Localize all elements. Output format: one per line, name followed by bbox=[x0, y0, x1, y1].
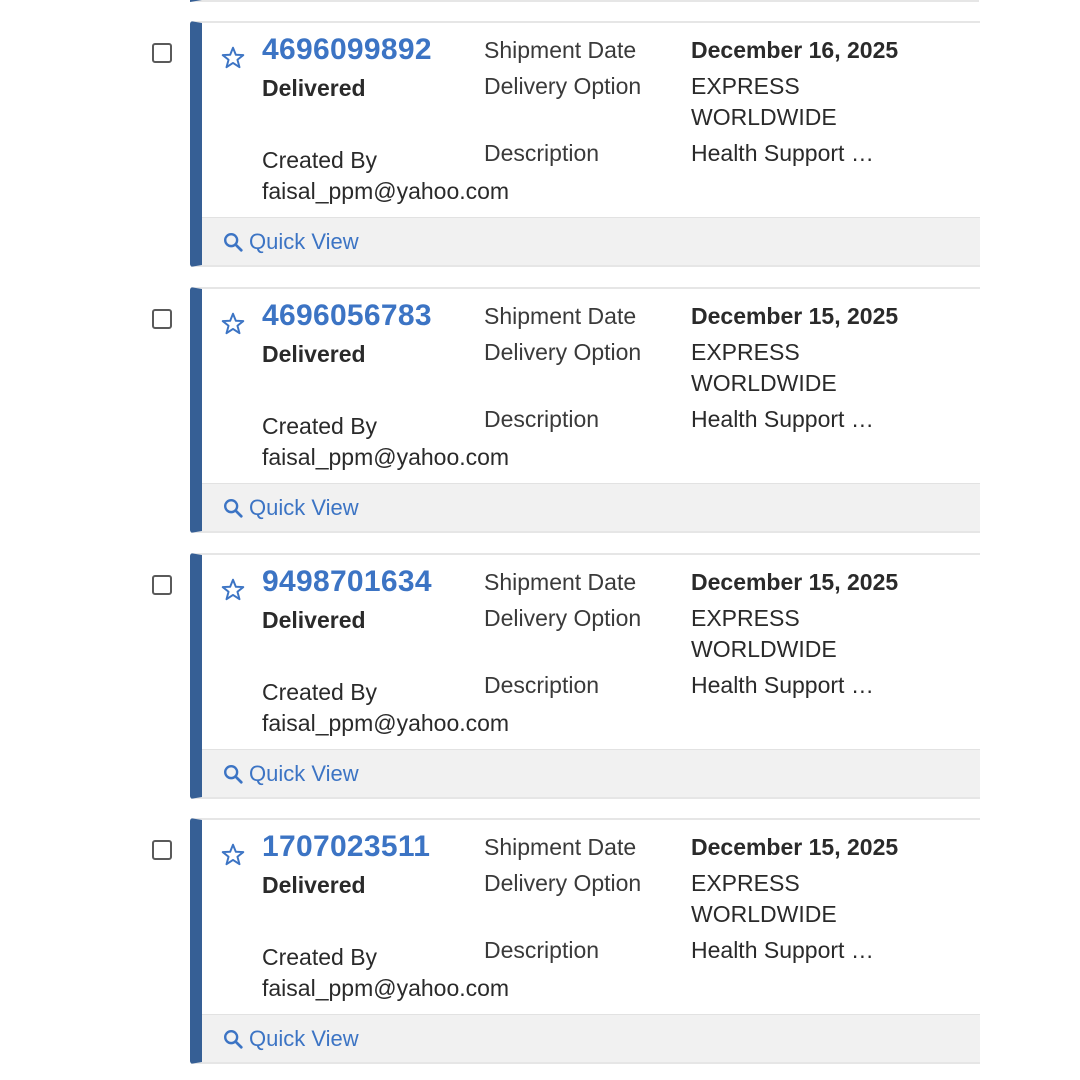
description-value: Health Support … bbox=[691, 937, 874, 963]
card-footer: Quick View bbox=[202, 1014, 980, 1062]
delivery-option-value: EXPRESS bbox=[691, 339, 800, 365]
status-text: Delivered bbox=[262, 872, 366, 898]
card-footer: Quick View bbox=[202, 483, 980, 531]
delivery-option-value: EXPRESS bbox=[691, 870, 800, 896]
quick-view-link[interactable]: Quick View bbox=[222, 761, 359, 787]
delivery-option-label: Delivery Option bbox=[484, 73, 642, 99]
created-by-label: Created By bbox=[262, 944, 378, 970]
delivery-option-value-line2: WORLDWIDE bbox=[691, 901, 837, 927]
shipment-card: 4696099892 Delivered Created By faisal_p… bbox=[150, 21, 980, 267]
shipment-date-value: December 15, 2025 bbox=[691, 834, 899, 860]
created-by-label: Created By bbox=[262, 413, 378, 439]
description-value: Health Support … bbox=[691, 672, 874, 698]
shipment-card: 9498701634 Delivered Created By faisal_p… bbox=[150, 553, 980, 799]
shipment-date-value: December 15, 2025 bbox=[691, 303, 899, 329]
quick-view-link[interactable]: Quick View bbox=[222, 495, 359, 521]
select-checkbox[interactable] bbox=[152, 575, 172, 595]
select-checkbox[interactable] bbox=[152, 43, 172, 63]
previous-card-edge bbox=[190, 0, 979, 2]
description-label: Description bbox=[484, 937, 600, 963]
search-icon bbox=[224, 499, 243, 518]
shipment-date-label: Shipment Date bbox=[484, 37, 637, 63]
delivery-option-value-line2: WORLDWIDE bbox=[691, 104, 837, 130]
description-label: Description bbox=[484, 672, 600, 698]
shipment-date-label: Shipment Date bbox=[484, 569, 637, 595]
card-footer: Quick View bbox=[202, 749, 980, 797]
created-by-label: Created By bbox=[262, 679, 378, 705]
shipment-panel: 4696056783 Delivered Created By faisal_p… bbox=[190, 287, 980, 533]
quick-view-link[interactable]: Quick View bbox=[222, 229, 359, 255]
created-by-value: faisal_ppm@yahoo.com bbox=[262, 975, 510, 1001]
tracking-number-link[interactable]: 4696056783 bbox=[262, 299, 432, 333]
quick-view-label: Quick View bbox=[249, 761, 359, 786]
shipment-panel: 4696099892 Delivered Created By faisal_p… bbox=[190, 21, 980, 267]
delivery-option-value-line2: WORLDWIDE bbox=[691, 370, 837, 396]
star-icon[interactable] bbox=[220, 45, 246, 71]
shipment-date-value: December 16, 2025 bbox=[691, 37, 899, 63]
delivery-option-value-line2: WORLDWIDE bbox=[691, 636, 837, 662]
tracking-number-link[interactable]: 4696099892 bbox=[262, 33, 432, 67]
description-label: Description bbox=[484, 140, 600, 166]
shipment-date-label: Shipment Date bbox=[484, 303, 637, 329]
tracking-number-link[interactable]: 9498701634 bbox=[262, 565, 432, 599]
delivery-option-label: Delivery Option bbox=[484, 339, 642, 365]
quick-view-label: Quick View bbox=[249, 1026, 359, 1051]
description-value: Health Support … bbox=[691, 406, 874, 432]
delivery-option-label: Delivery Option bbox=[484, 870, 642, 896]
shipment-panel: 1707023511 Delivered Created By faisal_p… bbox=[190, 818, 980, 1064]
search-icon bbox=[224, 233, 243, 252]
shipment-card: 1707023511 Delivered Created By faisal_p… bbox=[150, 818, 980, 1064]
card-footer: Quick View bbox=[202, 217, 980, 265]
select-checkbox[interactable] bbox=[152, 309, 172, 329]
star-icon[interactable] bbox=[220, 311, 246, 337]
created-by-value: faisal_ppm@yahoo.com bbox=[262, 710, 510, 736]
search-icon bbox=[224, 765, 243, 784]
description-label: Description bbox=[484, 406, 600, 432]
tracking-number-link[interactable]: 1707023511 bbox=[262, 830, 430, 864]
search-icon bbox=[224, 1030, 243, 1049]
star-icon[interactable] bbox=[220, 577, 246, 603]
created-by-label: Created By bbox=[262, 147, 378, 173]
created-by-value: faisal_ppm@yahoo.com bbox=[262, 178, 510, 204]
shipment-list: 4696099892 Delivered Created By faisal_p… bbox=[0, 0, 1080, 1080]
star-icon[interactable] bbox=[220, 842, 246, 868]
quick-view-link[interactable]: Quick View bbox=[222, 1026, 359, 1052]
shipment-card: 4696056783 Delivered Created By faisal_p… bbox=[150, 287, 980, 533]
status-text: Delivered bbox=[262, 607, 366, 633]
created-by-value: faisal_ppm@yahoo.com bbox=[262, 444, 510, 470]
status-text: Delivered bbox=[262, 341, 366, 367]
quick-view-label: Quick View bbox=[249, 495, 359, 520]
delivery-option-value: EXPRESS bbox=[691, 605, 800, 631]
shipment-date-value: December 15, 2025 bbox=[691, 569, 899, 595]
delivery-option-label: Delivery Option bbox=[484, 605, 642, 631]
shipment-date-label: Shipment Date bbox=[484, 834, 637, 860]
delivery-option-value: EXPRESS bbox=[691, 73, 800, 99]
shipment-panel: 9498701634 Delivered Created By faisal_p… bbox=[190, 553, 980, 799]
select-checkbox[interactable] bbox=[152, 840, 172, 860]
status-text: Delivered bbox=[262, 75, 366, 101]
quick-view-label: Quick View bbox=[249, 229, 359, 254]
description-value: Health Support … bbox=[691, 140, 874, 166]
